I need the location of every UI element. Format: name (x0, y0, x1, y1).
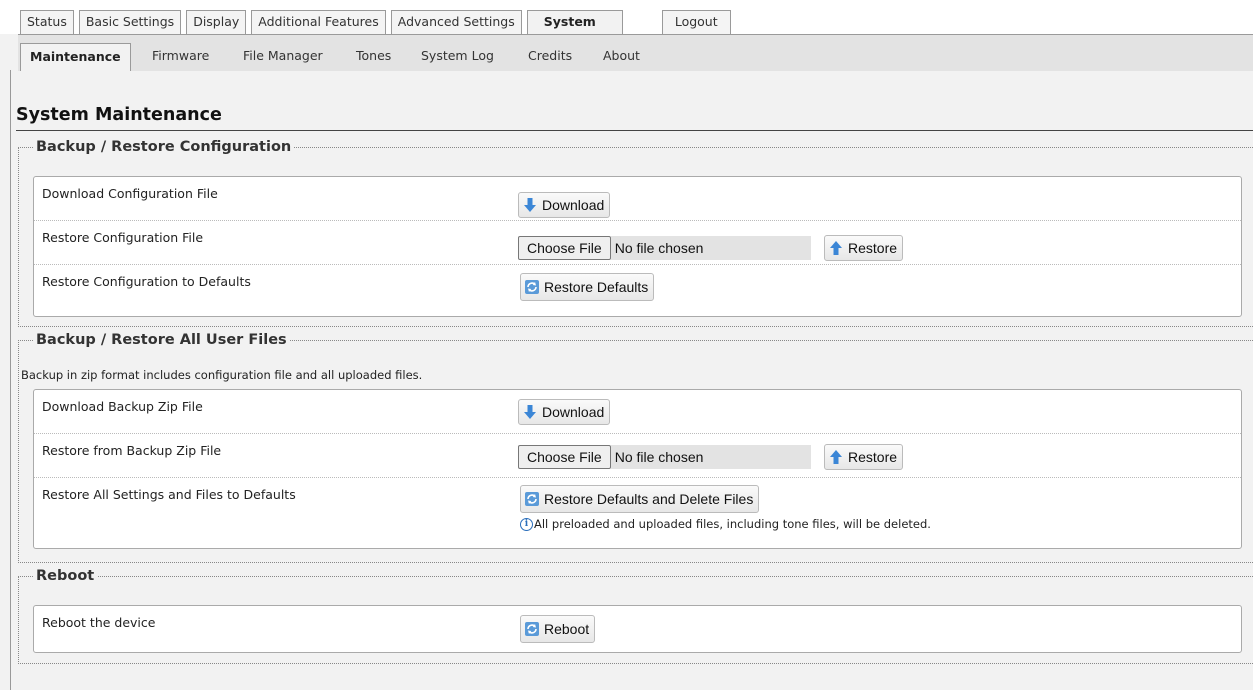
button-label: Download (542, 197, 605, 213)
refresh-icon (524, 491, 540, 507)
row-label: Restore All Settings and Files to Defaul… (42, 487, 296, 502)
delete-warning: i All preloaded and uploaded files, incl… (520, 517, 931, 531)
user-files-table: Download Backup Zip File Download Restor… (33, 389, 1242, 549)
row-label: Download Backup Zip File (42, 399, 203, 414)
upload-icon (828, 449, 844, 465)
download-icon (522, 404, 538, 420)
download-config-button[interactable]: Download (518, 192, 611, 218)
subtab-maintenance[interactable]: Maintenance (20, 43, 131, 71)
button-label: Restore Defaults (544, 279, 649, 295)
top-navigation: Status Basic Settings Display Additional… (0, 0, 1253, 35)
subtab-about[interactable]: About (603, 44, 640, 68)
top-tabs: Status Basic Settings Display Additional… (20, 10, 736, 35)
configuration-table: Download Configuration File Download Res… (33, 176, 1242, 317)
tab-logout[interactable]: Logout (661, 10, 731, 34)
tab-system[interactable]: System (526, 10, 623, 35)
choose-file-button[interactable]: Choose File (518, 445, 611, 469)
subtab-firmware[interactable]: Firmware (152, 44, 209, 68)
row-label: Restore Configuration to Defaults (42, 274, 251, 289)
button-label: Restore Defaults and Delete Files (544, 491, 754, 507)
button-label: Download (542, 404, 605, 420)
file-status-text: No file chosen (610, 236, 811, 260)
reboot-table: Reboot the device Reboot (33, 605, 1242, 653)
restore-defaults-button[interactable]: Restore Defaults (520, 273, 655, 301)
button-label: Restore (848, 240, 898, 256)
reboot-button[interactable]: Reboot (520, 615, 596, 643)
subtab-system-log[interactable]: System Log (421, 44, 494, 68)
section-legend: Reboot (36, 568, 95, 584)
section-note: Backup in zip format includes configurat… (21, 368, 423, 382)
tab-display[interactable]: Display (186, 10, 247, 34)
restore-backup-button[interactable]: Restore (824, 444, 904, 470)
row-label: Restore from Backup Zip File (42, 443, 222, 458)
subtab-credits[interactable]: Credits (528, 44, 572, 68)
config-file-input[interactable]: Choose File No file chosen (518, 235, 811, 261)
subtab-tones[interactable]: Tones (356, 44, 391, 68)
choose-file-button[interactable]: Choose File (518, 236, 611, 260)
download-icon (522, 197, 538, 213)
sub-navigation: Maintenance Firmware File Manager Tones … (18, 34, 1253, 71)
table-row: Download Configuration File Download (34, 177, 1241, 221)
download-backup-button[interactable]: Download (518, 399, 611, 425)
warning-text: All preloaded and uploaded files, includ… (534, 517, 931, 531)
tab-additional-features[interactable]: Additional Features (251, 10, 386, 34)
button-label: Reboot (544, 621, 590, 637)
table-row: Reboot the device Reboot (34, 606, 1241, 652)
info-icon: i (520, 517, 533, 531)
row-label: Reboot the device (42, 615, 156, 630)
page-title: System Maintenance (16, 102, 1253, 131)
tab-status[interactable]: Status (20, 10, 74, 34)
table-row: Download Backup Zip File Download (34, 390, 1241, 434)
button-label: Restore (848, 449, 898, 465)
table-row: Restore Configuration to Defaults Restor… (34, 265, 1241, 316)
backup-restore-configuration-section: Backup / Restore Configuration Download … (18, 139, 1253, 327)
row-label: Download Configuration File (42, 186, 218, 201)
backup-restore-user-files-section: Backup / Restore All User Files Backup i… (18, 332, 1253, 563)
restore-config-button[interactable]: Restore (824, 235, 904, 261)
section-legend: Backup / Restore All User Files (36, 332, 287, 348)
file-status-text: No file chosen (610, 445, 811, 469)
table-row: Restore from Backup Zip File Choose File… (34, 434, 1241, 478)
content-left-border (10, 70, 11, 690)
section-legend: Backup / Restore Configuration (36, 139, 292, 155)
reboot-section: Reboot Reboot the device Reboot (18, 568, 1253, 664)
backup-file-input[interactable]: Choose File No file chosen (518, 444, 811, 470)
tab-basic-settings[interactable]: Basic Settings (78, 10, 182, 34)
tab-advanced-settings[interactable]: Advanced Settings (390, 10, 522, 34)
row-label: Restore Configuration File (42, 230, 204, 245)
subtab-file-manager[interactable]: File Manager (243, 44, 323, 68)
refresh-icon (524, 621, 540, 637)
refresh-icon (524, 279, 540, 295)
upload-icon (828, 240, 844, 256)
restore-defaults-delete-files-button[interactable]: Restore Defaults and Delete Files (520, 485, 760, 513)
table-row: Restore Configuration File Choose File N… (34, 221, 1241, 265)
table-row: Restore All Settings and Files to Defaul… (34, 478, 1241, 548)
